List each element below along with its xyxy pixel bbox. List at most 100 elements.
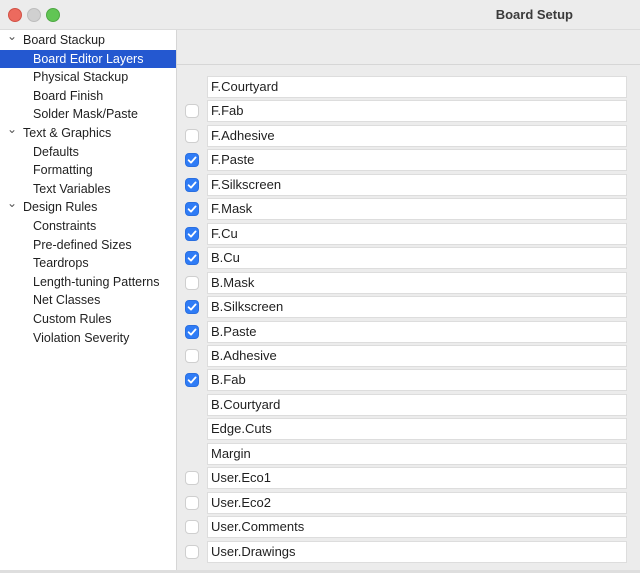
layer-enabled-checkbox[interactable]: [185, 226, 199, 241]
layer-name-field[interactable]: B.Paste: [207, 320, 627, 343]
minimize-window-button[interactable]: [27, 8, 41, 22]
layer-row: B.Mask: [177, 271, 640, 294]
layer-name-field[interactable]: B.Silkscreen: [207, 296, 627, 319]
layer-name-field[interactable]: B.Mask: [207, 271, 627, 294]
sidebar-item-board-stackup[interactable]: ⌄ Board Stackup: [0, 29, 176, 49]
layer-row: User.Drawings: [177, 540, 640, 563]
sidebar-item-label: Design Rules: [23, 200, 98, 215]
sidebar-item-label: Physical Stackup: [33, 70, 129, 85]
window-title: Board Setup: [495, 7, 573, 22]
sidebar-item-label: Constraints: [33, 219, 97, 233]
checkmark-icon: [187, 303, 197, 311]
sidebar-item-physical-stackup[interactable]: Physical Stackup: [0, 68, 176, 86]
layer-row: F.Fab: [177, 100, 640, 123]
layer-enabled-checkbox[interactable]: [185, 128, 199, 143]
close-window-button[interactable]: [8, 8, 22, 22]
sidebar-item-teardrops[interactable]: Teardrops: [0, 254, 176, 272]
layer-name-field[interactable]: B.Adhesive: [207, 344, 627, 367]
sidebar-item-label: Board Finish: [33, 88, 104, 103]
layer-row: B.Cu: [177, 247, 640, 270]
sidebar-item-label: Board Editor Layers: [33, 51, 144, 66]
layer-row: F.Adhesive: [177, 124, 640, 147]
layer-row: B.Paste: [177, 320, 640, 343]
chevron-down-icon[interactable]: ⌄: [7, 120, 17, 138]
layer-enabled-checkbox[interactable]: [185, 495, 199, 510]
layer-enabled-checkbox[interactable]: [185, 544, 199, 559]
layer-name-field[interactable]: F.Courtyard: [207, 76, 627, 98]
title-bar: Board Setup: [0, 0, 640, 30]
sidebar-item-length-tuning-patterns[interactable]: Length-tuning Patterns: [0, 273, 176, 291]
zoom-window-button[interactable]: [46, 8, 60, 22]
layer-enabled-checkbox[interactable]: [185, 373, 199, 388]
layer-row: Margin: [177, 442, 640, 465]
settings-tree[interactable]: ⌄ Board Stackup Board Editor Layers Physica…: [0, 29, 177, 573]
checkmark-icon: [187, 328, 197, 335]
layer-row: User.Comments: [177, 516, 640, 539]
sidebar-item-net-classes[interactable]: Net Classes: [0, 291, 176, 309]
layer-name-field[interactable]: Margin: [207, 442, 627, 465]
sidebar-item-constraints[interactable]: Constraints: [0, 217, 176, 235]
checkmark-icon: [187, 156, 197, 164]
sidebar-item-design-rules[interactable]: ⌄ Design Rules: [0, 196, 176, 216]
layer-name-field[interactable]: F.Mask: [207, 198, 627, 221]
layer-enabled-checkbox[interactable]: [185, 153, 199, 168]
sidebar-item-board-editor-layers[interactable]: Board Editor Layers: [0, 49, 176, 68]
layer-name-field[interactable]: F.Silkscreen: [207, 173, 627, 196]
layer-name-field[interactable]: B.Courtyard: [207, 393, 627, 416]
layer-enabled-checkbox[interactable]: [185, 471, 199, 486]
layer-name-field[interactable]: F.Paste: [207, 149, 627, 172]
sidebar-item-label: Text & Graphics: [23, 126, 112, 140]
layer-enabled-checkbox[interactable]: [185, 520, 199, 535]
layer-enabled-checkbox[interactable]: [185, 324, 199, 339]
layer-name-field[interactable]: F.Cu: [207, 222, 627, 245]
sidebar-item-label: Defaults: [33, 144, 79, 159]
layer-name-field[interactable]: User.Drawings: [207, 540, 627, 563]
board-editor-layers-panel: F.Courtyard F.Fab F.Adhesive F.Paste F.Silks…: [177, 30, 640, 573]
layer-name-field[interactable]: B.Cu: [207, 247, 627, 270]
layer-enabled-checkbox[interactable]: [185, 348, 199, 363]
layer-name-field[interactable]: F.Fab: [207, 100, 627, 123]
chevron-down-icon[interactable]: ⌄: [7, 27, 17, 45]
sidebar-item-label: Custom Rules: [33, 312, 112, 326]
sidebar-item-board-finish[interactable]: Board Finish: [0, 87, 176, 105]
sidebar-item-text-graphics[interactable]: ⌄ Text & Graphics: [0, 122, 176, 142]
sidebar-item-label: Formatting: [33, 163, 93, 178]
sidebar-item-text-variables[interactable]: Text Variables: [0, 180, 176, 198]
checkmark-icon: [187, 230, 197, 238]
layer-row: B.Fab: [177, 369, 640, 392]
layer-enabled-checkbox[interactable]: [185, 202, 199, 217]
chevron-down-icon[interactable]: ⌄: [7, 194, 17, 212]
sidebar-item-formatting[interactable]: Formatting: [0, 161, 176, 179]
sidebar-item-violation-severity[interactable]: Violation Severity: [0, 329, 176, 347]
layer-name-field[interactable]: B.Fab: [207, 369, 627, 392]
layer-name-field[interactable]: User.Eco2: [207, 491, 627, 514]
sidebar-item-label: Net Classes: [33, 293, 101, 308]
sidebar-item-label: Length-tuning Patterns: [33, 274, 160, 289]
layer-name-field[interactable]: User.Eco1: [207, 467, 627, 490]
sidebar-item-defaults[interactable]: Defaults: [0, 143, 176, 161]
layer-row: B.Adhesive: [177, 344, 640, 367]
layer-row: B.Silkscreen: [177, 296, 640, 319]
layer-row: F.Paste: [177, 149, 640, 172]
sidebar-item-label: Text Variables: [33, 181, 111, 196]
layer-name-field[interactable]: F.Adhesive: [207, 124, 627, 147]
layer-enabled-checkbox[interactable]: [185, 300, 199, 315]
sidebar-item-label: Board Stackup: [23, 33, 105, 47]
layer-name-field[interactable]: Edge.Cuts: [207, 418, 627, 441]
checkmark-icon: [187, 254, 197, 262]
sidebar-item-label: Violation Severity: [33, 330, 130, 345]
layer-row: F.Silkscreen: [177, 173, 640, 196]
layer-enabled-checkbox[interactable]: [185, 275, 199, 290]
layer-row: User.Eco1: [177, 467, 640, 490]
layer-name-field[interactable]: User.Comments: [207, 516, 627, 539]
sidebar-item-label: Solder Mask/Paste: [33, 107, 138, 122]
layer-enabled-checkbox[interactable]: [185, 104, 199, 119]
layer-row: F.Courtyard: [177, 76, 640, 98]
sidebar-item-solder-mask-paste[interactable]: Solder Mask/Paste: [0, 105, 176, 123]
layer-enabled-checkbox[interactable]: [185, 251, 199, 266]
layer-row: B.Courtyard: [177, 393, 640, 416]
sidebar-item-custom-rules[interactable]: Custom Rules: [0, 310, 176, 328]
sidebar-item-pre-defined-sizes[interactable]: Pre-defined Sizes: [0, 236, 176, 254]
layer-enabled-checkbox[interactable]: [185, 177, 199, 192]
checkmark-icon: [187, 181, 197, 189]
